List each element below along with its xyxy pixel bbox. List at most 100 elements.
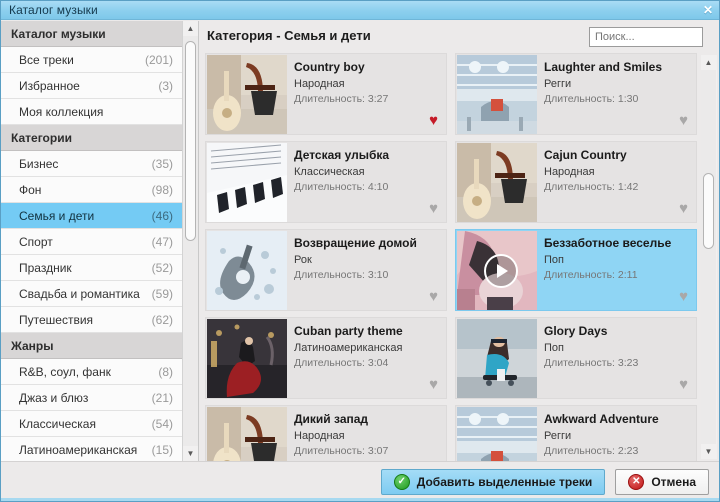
sidebar-item[interactable]: Бизнес (35) bbox=[1, 151, 183, 177]
favorite-heart-icon[interactable]: ♥ bbox=[429, 289, 438, 304]
check-circle-icon: ✓ bbox=[393, 473, 410, 490]
sidebar-item[interactable]: Избранное (3) bbox=[1, 73, 183, 99]
track-artwork bbox=[457, 55, 537, 134]
window-body: Каталог музыки Все треки (201) Избранное (3)… bbox=[1, 21, 719, 461]
sidebar-item[interactable]: Праздник (52) bbox=[1, 255, 183, 281]
track-card[interactable]: Возвращение домой Рок Длительность: 3:10 ♥ bbox=[205, 229, 447, 311]
track-duration: Длительность: 2:23 bbox=[544, 445, 639, 457]
favorite-heart-icon[interactable]: ♥ bbox=[679, 201, 688, 216]
track-genre: Народная bbox=[544, 166, 595, 178]
cancel-button[interactable]: ✕ Отмена bbox=[615, 468, 709, 495]
tracklist-scroll-thumb[interactable] bbox=[703, 173, 714, 249]
sidebar-item[interactable]: Латиноамериканская (15) bbox=[1, 437, 183, 461]
track-card[interactable]: Awkward Adventure Регги Длительность: 2:23… bbox=[455, 405, 697, 461]
track-genre: Латиноамериканская bbox=[294, 342, 403, 354]
favorite-heart-icon[interactable]: ♥ bbox=[429, 201, 438, 216]
play-icon[interactable] bbox=[484, 254, 518, 288]
sidebar-item[interactable]: Свадьба и романтика (59) bbox=[1, 281, 183, 307]
search-input[interactable] bbox=[589, 27, 703, 47]
track-card[interactable]: Дикий западНароднаяДлительность: 3:07♥ bbox=[205, 405, 447, 461]
favorite-heart-icon[interactable]: ♥ bbox=[429, 113, 438, 128]
sidebar-item-label: Спорт bbox=[19, 234, 53, 249]
close-icon[interactable]: ✕ bbox=[701, 3, 715, 17]
sidebar-item-count: (52) bbox=[151, 260, 173, 275]
add-selected-tracks-label: Добавить выделенные треки bbox=[416, 474, 593, 489]
track-artwork bbox=[457, 319, 537, 398]
track-title: Детская улыбка bbox=[294, 148, 390, 162]
sidebar-item-count: (47) bbox=[151, 234, 173, 249]
track-card[interactable]: Беззаботное веселье Поп Длительность: 2:11… bbox=[455, 229, 697, 311]
sidebar-item[interactable]: Фон (98) bbox=[1, 177, 183, 203]
sidebar-group-header: Жанры bbox=[1, 333, 183, 359]
title-bar: Каталог музыки ✕ bbox=[1, 1, 719, 20]
track-info: Laughter and Smiles Регги Длительность: 1:… bbox=[544, 60, 690, 105]
track-artwork bbox=[207, 143, 287, 222]
sidebar-group-header: Категории bbox=[1, 125, 183, 151]
sidebar-item[interactable]: Спорт (47) bbox=[1, 229, 183, 255]
track-artwork bbox=[457, 407, 537, 461]
track-info: Беззаботное веселье Поп Длительность: 2:11 bbox=[544, 236, 690, 281]
favorite-heart-icon[interactable]: ♥ bbox=[679, 113, 688, 128]
track-card[interactable]: Laughter and Smiles Регги Длительность: 1:… bbox=[455, 53, 697, 135]
sidebar-item[interactable]: R&B, соул, фанк (8) bbox=[1, 359, 183, 385]
sidebar-item-count: (201) bbox=[144, 52, 173, 67]
track-row: Детская улыбка Классическая Длительность: … bbox=[205, 141, 697, 223]
track-genre: Народная bbox=[294, 78, 345, 90]
sidebar-item-label: Джаз и блюз bbox=[19, 390, 89, 405]
sidebar-item-label: Праздник bbox=[19, 260, 72, 275]
favorite-heart-icon[interactable]: ♥ bbox=[679, 377, 688, 392]
sidebar-scroll-up-icon[interactable]: ▲ bbox=[183, 21, 198, 36]
track-title: Laughter and Smiles bbox=[544, 60, 663, 74]
track-artwork bbox=[207, 55, 287, 134]
tracklist-scroll-track[interactable] bbox=[701, 70, 716, 444]
sidebar-item-count: (3) bbox=[158, 78, 173, 93]
favorite-heart-icon[interactable]: ♥ bbox=[679, 289, 688, 304]
sidebar-item[interactable]: Джаз и блюз (21) bbox=[1, 385, 183, 411]
track-title: Cuban party theme bbox=[294, 324, 403, 338]
track-info: Дикий запад Народная Длительность: 3:07 bbox=[294, 412, 440, 457]
track-duration: Длительность: 3:04 bbox=[294, 357, 389, 369]
sidebar-item[interactable]: Моя коллекция bbox=[1, 99, 183, 125]
sidebar-item[interactable]: Семья и дети (46) bbox=[1, 203, 183, 229]
sidebar-item[interactable]: Путешествия (62) bbox=[1, 307, 183, 333]
sidebar-item-label: Путешествия bbox=[19, 312, 94, 327]
track-card[interactable]: Country boy Народная Длительность: 3:27 ♥ bbox=[205, 53, 447, 135]
track-card[interactable]: Glory Days Поп Длительность: 3:23 ♥ bbox=[455, 317, 697, 399]
sidebar-scrollbar[interactable]: ▲ ▼ bbox=[182, 21, 198, 461]
track-title: Awkward Adventure bbox=[544, 412, 659, 426]
track-card[interactable]: Детская улыбка Классическая Длительность: … bbox=[205, 141, 447, 223]
track-duration: Длительность: 3:23 bbox=[544, 357, 639, 369]
tracklist-scrollbar[interactable]: ▲ ▼ bbox=[701, 55, 717, 459]
sidebar-scroll-down-icon[interactable]: ▼ bbox=[183, 446, 198, 461]
sidebar-item-label: R&B, соул, фанк bbox=[19, 364, 111, 379]
window-title: Каталог музыки bbox=[9, 3, 98, 17]
sidebar-item-count: (98) bbox=[151, 182, 173, 197]
sidebar-item[interactable]: Классическая (54) bbox=[1, 411, 183, 437]
add-selected-tracks-button[interactable]: ✓ Добавить выделенные треки bbox=[380, 468, 606, 495]
track-genre: Классическая bbox=[294, 166, 365, 178]
track-duration: Длительность: 3:07 bbox=[294, 445, 389, 457]
sidebar-item-label: Семья и дети bbox=[19, 208, 95, 223]
tracklist-scroll-down-icon[interactable]: ▼ bbox=[701, 444, 716, 459]
sidebar-item[interactable]: Все треки (201) bbox=[1, 47, 183, 73]
sidebar-item-label: Все треки bbox=[19, 52, 74, 67]
track-artwork bbox=[207, 407, 287, 461]
track-title: Country boy bbox=[294, 60, 365, 74]
favorite-heart-icon[interactable]: ♥ bbox=[429, 377, 438, 392]
sidebar-item-count: (15) bbox=[151, 442, 173, 457]
track-row: Cuban party theme Латиноамериканская Длите… bbox=[205, 317, 697, 399]
track-artwork bbox=[207, 231, 287, 310]
footer-bar: ✓ Добавить выделенные треки ✕ Отмена bbox=[1, 461, 719, 501]
track-info: Cuban party theme Латиноамериканская Длите… bbox=[294, 324, 440, 369]
track-card[interactable]: Cajun Country Народная Длительность: 1:42 ♥ bbox=[455, 141, 697, 223]
track-title: Беззаботное веселье bbox=[544, 236, 672, 250]
track-title: Дикий запад bbox=[294, 412, 369, 426]
sidebar-scroll-thumb[interactable] bbox=[185, 41, 196, 241]
main-panel: Категория - Семья и дети Country boy Наро… bbox=[199, 21, 719, 461]
track-card[interactable]: Cuban party theme Латиноамериканская Длите… bbox=[205, 317, 447, 399]
track-info: Возвращение домой Рок Длительность: 3:10 bbox=[294, 236, 440, 281]
track-title: Glory Days bbox=[544, 324, 608, 338]
track-row: Дикий западНароднаяДлительность: 3:07♥Aw… bbox=[205, 405, 697, 461]
track-genre: Регги bbox=[544, 430, 572, 442]
tracklist-scroll-up-icon[interactable]: ▲ bbox=[701, 55, 716, 70]
